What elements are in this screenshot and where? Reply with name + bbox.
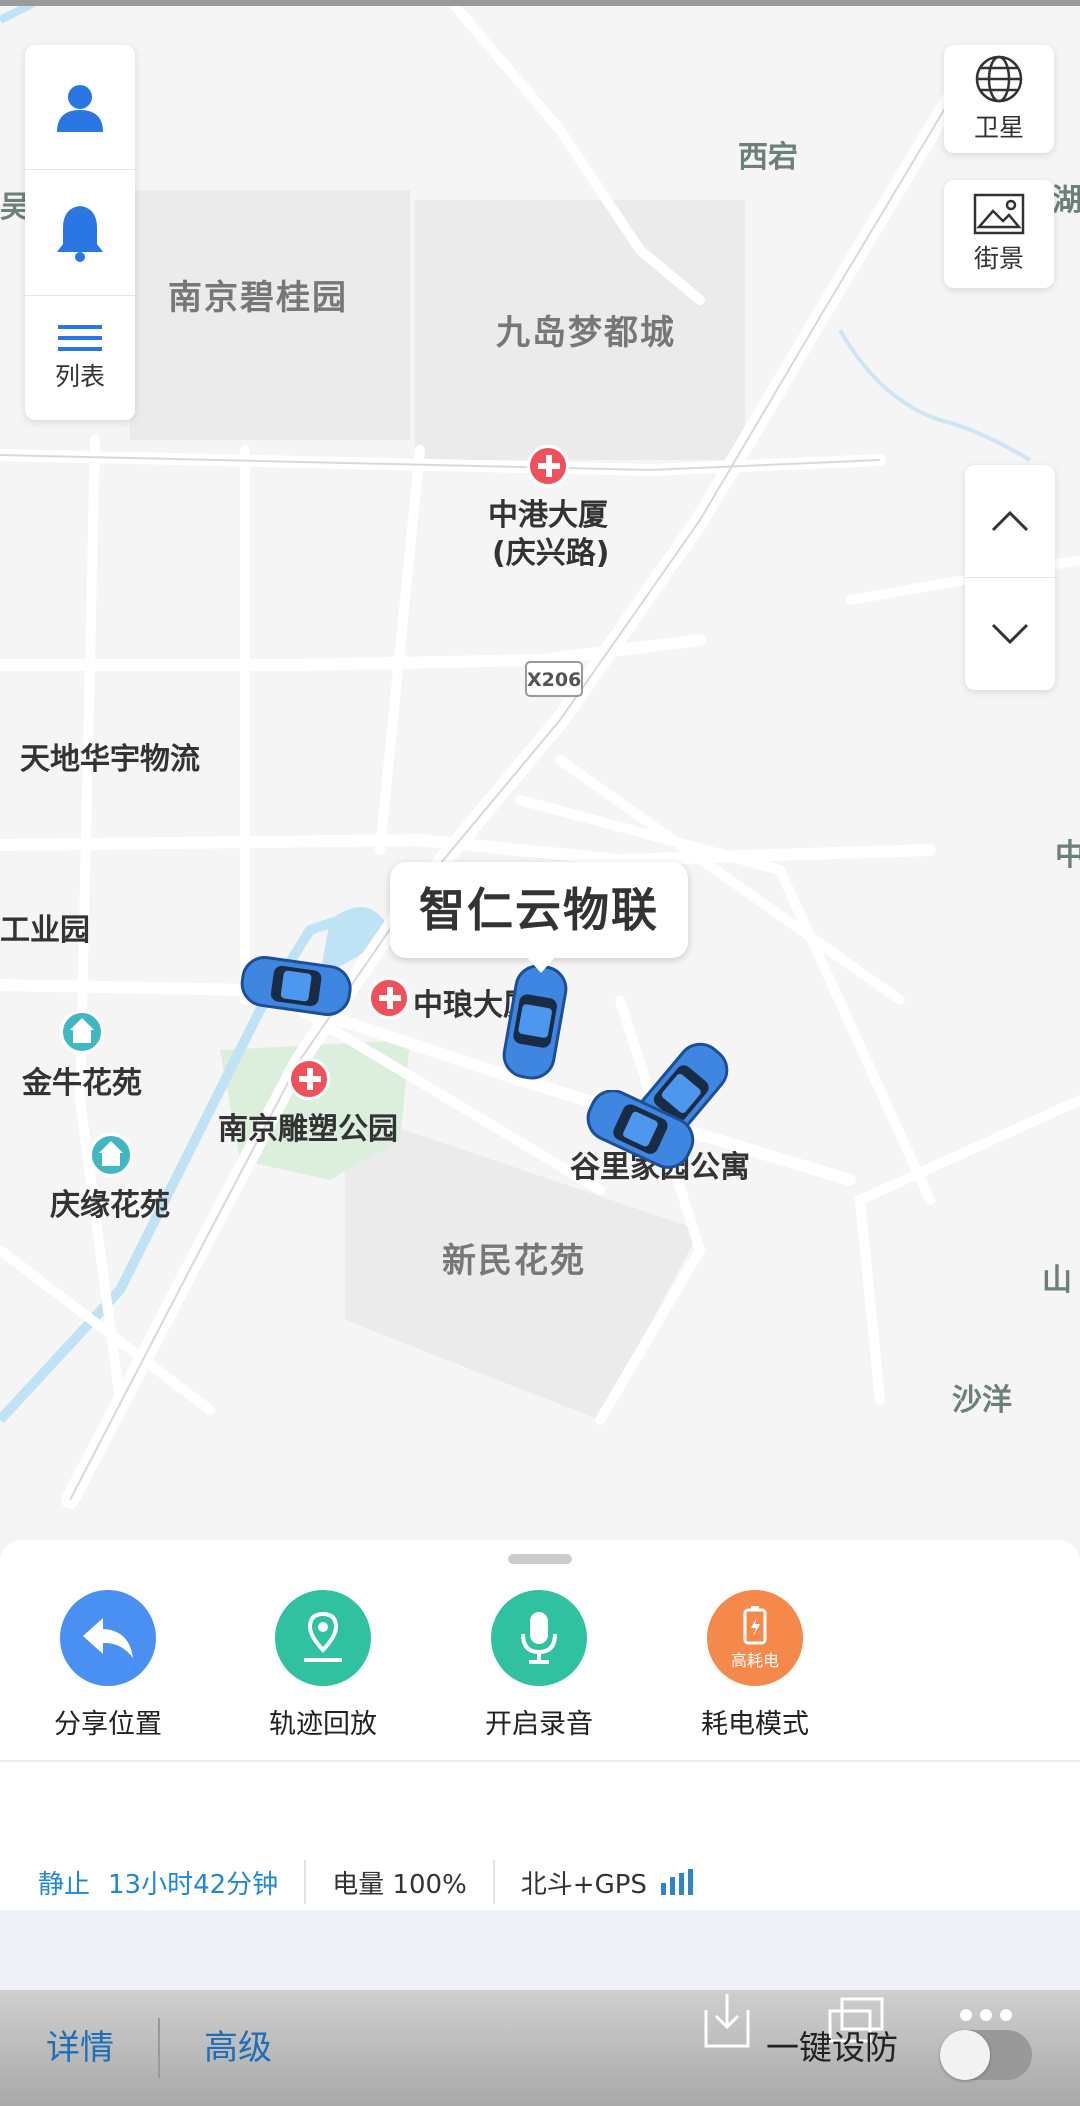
left-control-panel: 列表 [25,45,135,420]
streetview-button[interactable]: 街景 [944,180,1054,288]
bottom-sheet: 分享位置 轨迹回放 开启录音 高耗电 耗电模式 静止 13小时42分钟 电量 1… [0,1540,1080,1910]
state-text: 静止 [38,1869,91,1900]
one-key-arm-label: 一键设防 [766,2028,898,2067]
advanced-tab[interactable]: 高级 [204,1990,272,2106]
details-tab[interactable]: 详情 [46,1990,114,2106]
map-label-shayang: 沙洋 [952,1383,1012,1418]
divider [304,1860,307,1904]
device-name-callout[interactable]: 智仁云物联 [390,862,688,958]
map-label-shan: 山 [1042,1263,1072,1298]
track-playback-button[interactable]: 轨迹回放 [243,1590,403,1741]
car-marker[interactable] [580,1090,700,1170]
mic-icon [491,1590,587,1686]
share-location-button[interactable]: 分享位置 [28,1590,188,1741]
satellite-button[interactable]: 卫星 [944,45,1054,153]
more-icon[interactable] [958,2008,1014,2022]
map-view[interactable]: 西宕 吴 湖 南京碧桂园 九岛梦都城 中港大厦 (庆兴路) X206 天地华宇物… [0,0,1080,1540]
download-icon[interactable] [702,1990,752,2050]
satellite-label: 卫星 [973,113,1024,142]
scroll-down-button[interactable] [965,578,1055,690]
power-mode-button[interactable]: 高耗电 耗电模式 [675,1590,835,1741]
map-label-zhong-edge: 中 [1055,838,1080,873]
chevron-down-icon [991,623,1029,645]
scroll-up-button[interactable] [965,465,1055,578]
share-icon [60,1590,156,1686]
list-icon [58,325,102,351]
sheet-drag-handle[interactable] [508,1554,572,1564]
divider [0,1760,1080,1762]
spacer-band [0,1910,1080,1990]
power-badge: 高耗电 [730,1651,779,1670]
duration-text: 13小时42分钟 [108,1869,279,1900]
status-bar: 静止 13小时42分钟 电量 100% 北斗+GPS [38,1860,697,1904]
battery-icon: 高耗电 [707,1590,803,1686]
bottom-toolbar: 详情 高级 一键设防 [0,1990,1080,2106]
bell-icon [57,206,103,262]
signal-icon [660,1869,697,1895]
map-label-zhonggang-sub: (庆兴路) [492,536,610,571]
map-label-tiandi: 天地华宇物流 [20,742,200,777]
divider [492,1860,495,1904]
residence-icon [89,1133,133,1177]
track-playback-label: 轨迹回放 [269,1709,377,1740]
share-location-label: 分享位置 [54,1709,162,1740]
car-marker[interactable] [500,960,570,1085]
landscape-icon [973,193,1025,235]
track-icon [275,1590,371,1686]
divider [158,2018,160,2078]
hospital-icon [368,977,410,1019]
streetview-label: 街景 [973,244,1024,273]
hospital-icon [527,445,569,487]
map-label-xisu: 西宕 [738,140,798,175]
map-label-jiudao: 九岛梦都城 [496,313,676,353]
globe-icon [975,55,1023,103]
profile-button[interactable] [25,45,135,169]
map-label-jinniu: 金牛花苑 [22,1066,142,1101]
arm-toggle[interactable] [940,2030,1032,2080]
map-label-xinmin: 新民花苑 [442,1241,586,1281]
chevron-up-icon [991,510,1029,532]
list-button[interactable]: 列表 [25,295,135,420]
road-tag-x206: X206 [525,661,583,697]
map-label-qingyuan: 庆缘花苑 [50,1188,170,1223]
map-label-hu: 湖 [1052,183,1080,218]
car-marker[interactable] [236,952,356,1022]
map-label-nanjing-biguiyuan: 南京碧桂园 [168,278,348,318]
page-scroll-control [965,465,1055,690]
gps-text: 北斗+GPS [520,1869,647,1900]
start-recording-button[interactable]: 开启录音 [459,1590,619,1741]
user-icon [57,85,103,132]
callout-tail [525,955,557,973]
start-recording-label: 开启录音 [485,1709,593,1740]
residence-icon [60,1010,104,1054]
top-edge [0,0,1080,6]
power-mode-label: 耗电模式 [701,1709,809,1740]
map-label-diaosu: 南京雕塑公园 [218,1112,398,1147]
list-label: 列表 [54,362,105,391]
hospital-icon [288,1058,330,1100]
battery-text: 电量 100% [332,1869,467,1900]
notification-button[interactable] [25,169,135,294]
toggle-knob [940,2030,990,2080]
map-label-gongyeyuan: 工业园 [0,913,90,948]
